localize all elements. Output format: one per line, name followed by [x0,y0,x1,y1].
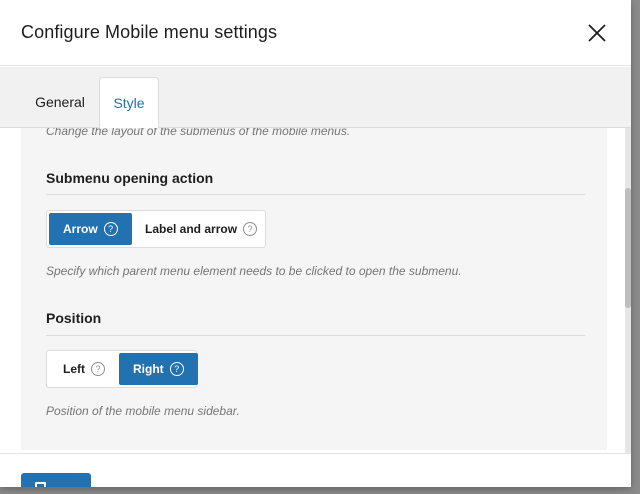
tab-content: Change the layout of the submenus of the… [0,128,625,453]
position-description: Position of the mobile menu sidebar. [46,404,240,418]
save-icon [35,482,46,487]
opening-action-toggle: Arrow? Label and arrow? [46,210,266,248]
help-icon[interactable]: ? [243,222,258,236]
submenu-layout-description: Change the layout of the submenus of the… [46,128,351,138]
option-left[interactable]: Left? [49,353,119,385]
help-icon[interactable]: ? [91,362,105,376]
option-label-and-arrow[interactable]: Label and arrow? [131,213,271,245]
close-button[interactable] [583,19,611,47]
settings-modal: Configure Mobile menu settings General S… [0,0,631,487]
option-right[interactable]: Right? [119,353,198,385]
help-icon[interactable]: ? [169,362,184,376]
option-left-label: Left [63,362,85,376]
style-panel: Change the layout of the submenus of the… [21,128,607,450]
scrollbar[interactable] [625,128,631,453]
modal-footer [0,453,631,487]
modal-title: Configure Mobile menu settings [21,22,278,42]
scrollbar-thumb[interactable] [625,188,631,308]
option-arrow-label: Arrow [63,222,98,236]
opening-action-title: Submenu opening action [46,170,214,186]
option-right-label: Right [133,362,164,376]
divider [46,335,585,336]
tabs-bar: General Style [0,67,631,129]
option-arrow[interactable]: Arrow? [49,213,132,245]
help-icon[interactable]: ? [103,222,118,236]
opening-action-description: Specify which parent menu element needs … [46,264,462,278]
modal-header: Configure Mobile menu settings [0,0,631,66]
position-title: Position [46,310,102,326]
close-icon [588,24,606,42]
save-button[interactable] [21,473,91,487]
option-label-and-arrow-label: Label and arrow [145,222,238,236]
divider [46,194,585,195]
tab-general[interactable]: General [26,77,94,128]
tab-style[interactable]: Style [99,77,159,129]
position-toggle: Left? Right? [46,350,198,388]
